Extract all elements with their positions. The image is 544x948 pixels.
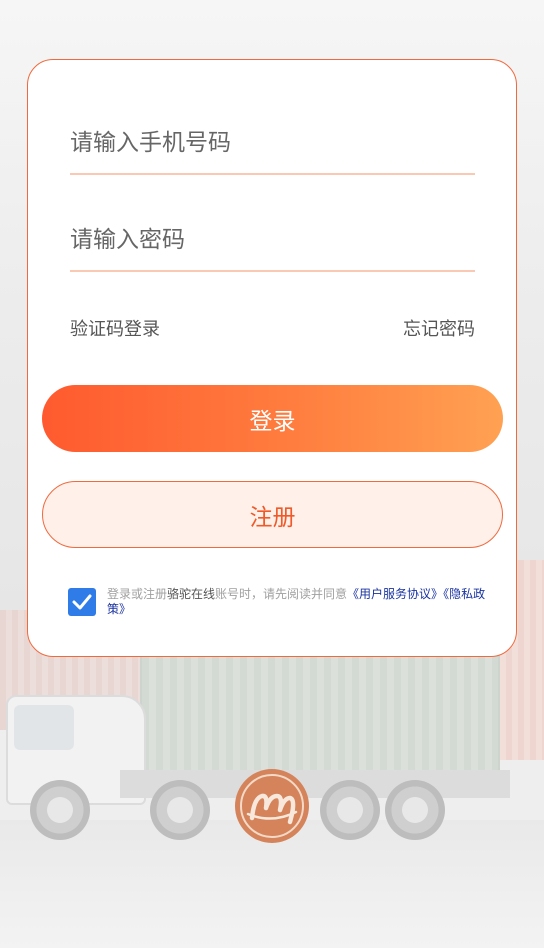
agreement-text: 登录或注册骆驼在线账号时，请先阅读并同意《用户服务协议》《隐私政策》 — [107, 587, 497, 617]
phone-input[interactable]: 请输入手机号码 — [70, 125, 475, 175]
login-options-row: 验证码登录 忘记密码 — [70, 315, 475, 341]
agreement-app-name: 骆驼在线 — [167, 587, 216, 601]
agreement-row: 登录或注册骆驼在线账号时，请先阅读并同意《用户服务协议》《隐私政策》 — [68, 587, 498, 628]
background-wheel — [320, 780, 380, 840]
phone-placeholder: 请输入手机号码 — [70, 130, 231, 156]
password-placeholder: 请输入密码 — [70, 227, 185, 253]
background-wheel — [150, 780, 210, 840]
forgot-password-link[interactable]: 忘记密码 — [403, 315, 475, 341]
password-input[interactable]: 请输入密码 — [70, 222, 475, 272]
background-shipping-container — [140, 655, 500, 775]
background-wheel — [385, 780, 445, 840]
background-wheel — [30, 780, 90, 840]
sms-login-link[interactable]: 验证码登录 — [70, 315, 160, 341]
agreement-checkbox[interactable] — [68, 588, 96, 616]
register-button[interactable]: 注册 — [42, 481, 503, 548]
login-card: 请输入手机号码 请输入密码 验证码登录 忘记密码 登录 注册 登录或注册骆驼在线… — [27, 59, 517, 657]
login-button[interactable]: 登录 — [42, 385, 503, 452]
user-agreement-link[interactable]: 《用户服务协议》 — [347, 587, 443, 601]
background-truck-window — [14, 705, 74, 750]
agreement-prefix: 登录或注册 — [107, 587, 168, 601]
check-icon — [72, 594, 92, 610]
agreement-middle: 账号时，请先阅读并同意 — [215, 587, 348, 601]
brand-logo-icon — [234, 768, 310, 844]
